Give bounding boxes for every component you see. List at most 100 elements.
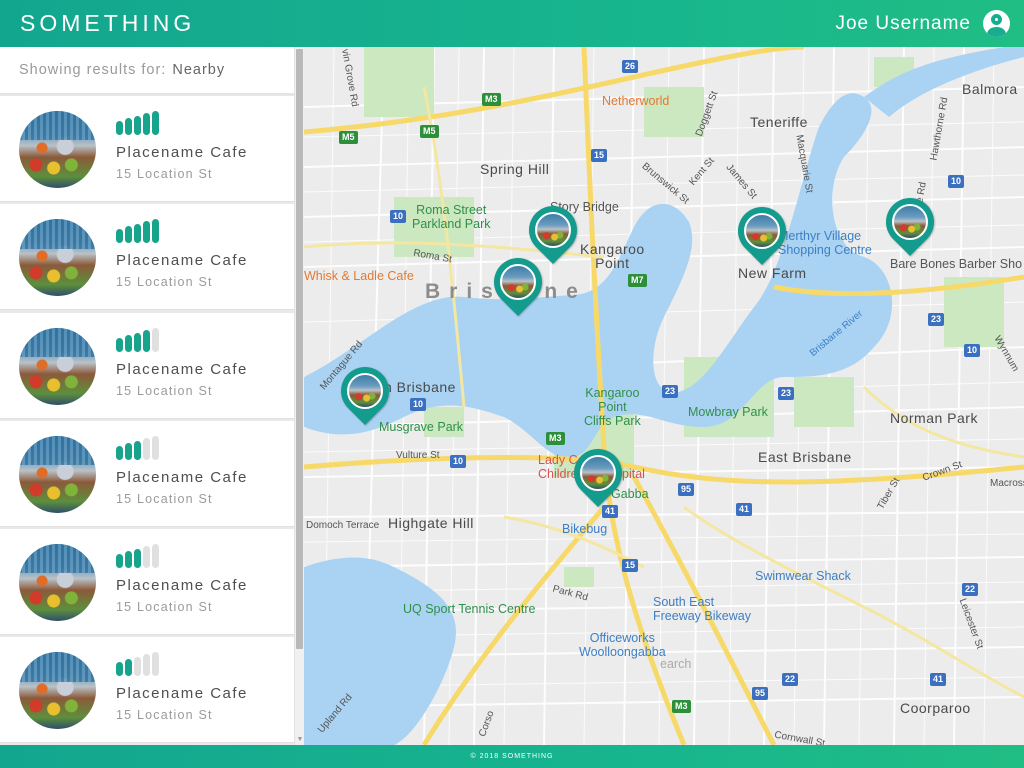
rating-bar <box>134 657 141 677</box>
route-shield: 41 <box>930 673 947 686</box>
marker-photo <box>347 373 383 409</box>
app-brand[interactable]: SOMETHING <box>20 10 195 37</box>
map-label-lady-cilento[interactable]: Lady C Childre <box>538 453 578 481</box>
map-label-norman-park: Norman Park <box>890 410 978 426</box>
map-marker-pin[interactable] <box>564 439 632 509</box>
place-list: Placename Cafe 15 Location St Placename … <box>0 96 294 745</box>
top-app-bar: SOMETHING Joe Username <box>0 0 1024 47</box>
rating-bars <box>116 435 161 460</box>
map-label-bikebug[interactable]: Bikebug <box>562 522 607 536</box>
rating-bar <box>143 329 150 352</box>
marker-photo <box>535 212 571 248</box>
scroll-down-icon[interactable]: ▼ <box>296 736 304 744</box>
rating-bar <box>116 662 123 677</box>
place-address: 15 Location St <box>116 600 213 615</box>
map-view[interactable]: Netherworld Teneriffe Balmora Spring Hil… <box>304 47 1024 745</box>
route-shield: 23 <box>778 387 795 400</box>
route-shield: 41 <box>736 503 753 516</box>
route-shield: 10 <box>948 175 965 188</box>
map-label-officeworks[interactable]: Officeworks Woolloongabba <box>579 631 666 659</box>
map-label-highgate-hill: Highgate Hill <box>388 515 474 531</box>
place-address: 15 Location St <box>116 491 213 506</box>
rating-bar <box>143 221 150 244</box>
rating-bar <box>116 554 123 569</box>
rating-bars <box>116 652 161 677</box>
place-name: Placename Cafe <box>116 468 248 486</box>
username-label[interactable]: Joe Username <box>835 13 971 35</box>
map-label-netherworld[interactable]: Netherworld <box>602 94 669 108</box>
map-label-uq-sport[interactable]: UQ Sport Tennis Centre <box>403 602 535 616</box>
place-address: 15 Location St <box>116 275 213 290</box>
route-shield: 15 <box>622 559 639 572</box>
map-label-south-brisbane: h Brisbane <box>384 379 456 395</box>
map-label-hospital: pital <box>622 467 645 481</box>
app-root: SOMETHING Joe Username Showing results f… <box>0 0 1024 768</box>
sidebar-scrollbar[interactable]: ▼ <box>294 47 304 745</box>
rating-bar <box>125 659 132 677</box>
place-name: Placename Cafe <box>116 360 248 378</box>
rating-bar <box>134 116 141 135</box>
map-label-musgrave-park[interactable]: Musgrave Park <box>379 420 463 434</box>
map-label-swimwear-shack[interactable]: Swimwear Shack <box>755 569 851 583</box>
map-label-bare-bones[interactable]: Bare Bones Barber Sho <box>890 257 1022 271</box>
user-menu[interactable]: Joe Username <box>835 10 1010 37</box>
map-label-spring-hill: Spring Hill <box>480 161 550 177</box>
street-macross: Macross <box>990 478 1024 489</box>
map-marker-pin[interactable] <box>484 248 552 318</box>
marker-photo <box>744 213 780 249</box>
rating-bar <box>152 219 159 244</box>
route-shield: 22 <box>782 673 799 686</box>
map-label-kangaroo-point-cliffs[interactable]: Kangaroo Point Cliffs Park <box>584 386 641 428</box>
place-name: Placename Cafe <box>116 685 248 703</box>
rating-bars <box>116 327 161 352</box>
results-summary: Showing results for: Nearby <box>0 47 294 95</box>
map-marker-pin[interactable] <box>876 188 944 258</box>
marker-photo <box>892 204 928 240</box>
route-shield: M3 <box>672 700 691 713</box>
route-shield: 95 <box>752 687 769 700</box>
rating-bar <box>116 445 123 460</box>
map-label-south-east-bikeway[interactable]: South East Freeway Bikeway <box>653 595 751 623</box>
place-card[interactable]: Placename Cafe 15 Location St <box>0 529 294 636</box>
map-marker-pin[interactable] <box>331 357 399 427</box>
user-circle-icon[interactable] <box>983 10 1010 37</box>
route-shield: M5 <box>339 131 358 144</box>
route-shield: 15 <box>591 149 608 162</box>
route-shield: 22 <box>962 583 979 596</box>
rating-bar <box>152 435 159 460</box>
scrollbar-thumb[interactable] <box>296 49 303 649</box>
rating-bar <box>134 549 141 569</box>
place-card[interactable]: Placename Cafe 15 Location St <box>0 204 294 311</box>
street-domoch-terrace: Domoch Terrace <box>306 520 380 531</box>
map-marker-pin[interactable] <box>519 196 587 266</box>
rating-bar <box>143 546 150 569</box>
rating-bar <box>134 332 141 352</box>
map-label-whisk-ladle[interactable]: Whisk & Ladle Cafe <box>304 269 414 283</box>
rating-bar <box>143 113 150 135</box>
place-card[interactable]: Placename Cafe 15 Location St <box>0 96 294 202</box>
place-photo <box>19 327 96 405</box>
results-filter-value[interactable]: Nearby <box>172 62 225 78</box>
map-label-roma-street-parkland[interactable]: Roma Street Parkland Park <box>412 203 491 231</box>
rating-bar <box>143 437 150 460</box>
map-label-mowbray-park[interactable]: Mowbray Park <box>688 405 768 419</box>
place-photo <box>19 111 96 188</box>
rating-bar <box>125 226 132 244</box>
rating-bar <box>134 224 141 244</box>
route-shield: 10 <box>964 344 981 357</box>
place-address: 15 Location St <box>116 167 213 181</box>
place-card[interactable]: Placename Cafe 15 Location St <box>0 312 294 419</box>
place-name: Placename Cafe <box>116 144 248 161</box>
rating-bar <box>125 551 132 569</box>
results-sidebar: Showing results for: Nearby Placename Ca… <box>0 47 304 745</box>
route-shield: 10 <box>450 455 467 468</box>
rating-bars <box>116 544 161 569</box>
map-marker-pin[interactable] <box>728 197 796 267</box>
place-card[interactable]: Placename Cafe 15 Location St <box>0 420 294 527</box>
rating-bar <box>125 334 132 352</box>
place-card[interactable]: Placename Cafe 15 Location St <box>0 637 294 744</box>
map-label-merthyr-village[interactable]: Merthyr Village Shopping Centre <box>778 229 872 257</box>
place-address: 15 Location St <box>116 383 213 398</box>
route-shield: 10 <box>410 398 427 411</box>
rating-bar <box>152 111 159 135</box>
